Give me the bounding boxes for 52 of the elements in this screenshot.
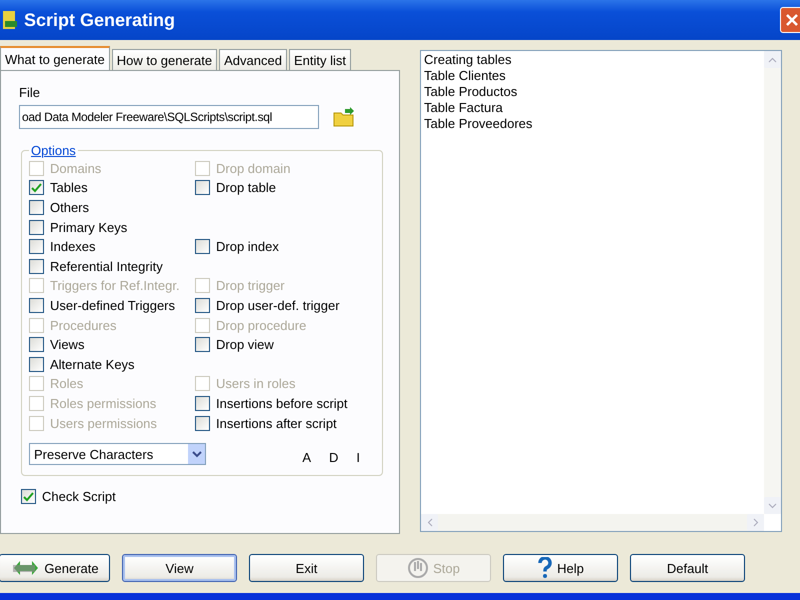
scroll-up-icon[interactable] [768,56,777,62]
tab[interactable]: What to generate [0,46,110,71]
option-checkbox[interactable]: Alternate Keys [29,356,195,373]
check-icon [31,182,42,193]
scroll-down-icon[interactable] [768,502,777,508]
option-checkbox[interactable]: Insertions after script [195,414,374,432]
help-icon [537,557,554,579]
letter-label: A [302,450,311,465]
option-checkbox[interactable]: Indexes [29,238,195,255]
option-checkbox[interactable]: Insertions before script [195,395,374,412]
option-checkbox[interactable]: Views [29,336,195,353]
tab[interactable]: Advanced [219,49,287,71]
group-title: Options [30,143,77,158]
option-checkbox[interactable]: Drop view [195,336,374,353]
option-checkbox[interactable]: Drop index [195,238,374,255]
case-dropdown[interactable]: Preserve Characters [29,443,206,466]
option-checkbox[interactable]: Tables [29,180,195,196]
dialog-button[interactable]: Generate [0,554,110,582]
tab[interactable]: How to generate [112,49,218,71]
option-checkbox[interactable]: Drop user-def. trigger [195,297,374,314]
option-checkbox[interactable]: Others [29,199,195,216]
output-line: Table Clientes [424,68,506,84]
dialog-button[interactable]: Exit [249,554,364,582]
check-script-checkbox[interactable]: Check Script [21,488,399,505]
chevron-down-icon [188,444,205,464]
field-label: File [19,85,41,100]
close-button[interactable] [780,7,800,33]
output-text-area[interactable]: Creating tables Table Clientes Table Productos Table Factura Table Proveedores [420,50,782,532]
output-line: Table Proveedores [424,116,532,132]
scroll-right-icon[interactable] [752,518,758,527]
dialog-button[interactable]: View [122,554,237,582]
letter-label: D [328,450,338,465]
scroll-left-icon[interactable] [426,518,432,527]
output-line: Table Productos [424,84,518,100]
option-checkbox[interactable]: Drop table [195,180,374,196]
window-title: Script Generating [24,10,176,30]
dialog-button[interactable]: Help [503,554,618,582]
option-checkbox[interactable]: Referential Integrity [29,258,195,275]
check-icon [23,492,34,502]
dialog-button[interactable]: Default [630,554,745,582]
vertical-scrollbar[interactable] [764,51,781,514]
close-icon [785,13,799,27]
output-line: Table Factura [424,100,503,116]
option-checkbox[interactable]: Primary Keys [29,218,195,236]
tab[interactable]: Entity list [288,49,351,71]
file-path-field[interactable]: oad Data Modeler Freeware\SQLScripts\script.sql [19,105,319,129]
option-checkbox[interactable]: User-defined Triggers [29,297,195,314]
letter-label: I [356,450,360,465]
folder-icon[interactable] [333,107,355,127]
output-line: Creating tables [424,52,512,68]
app-icon [2,9,20,31]
horizontal-scrollbar[interactable] [421,514,764,531]
